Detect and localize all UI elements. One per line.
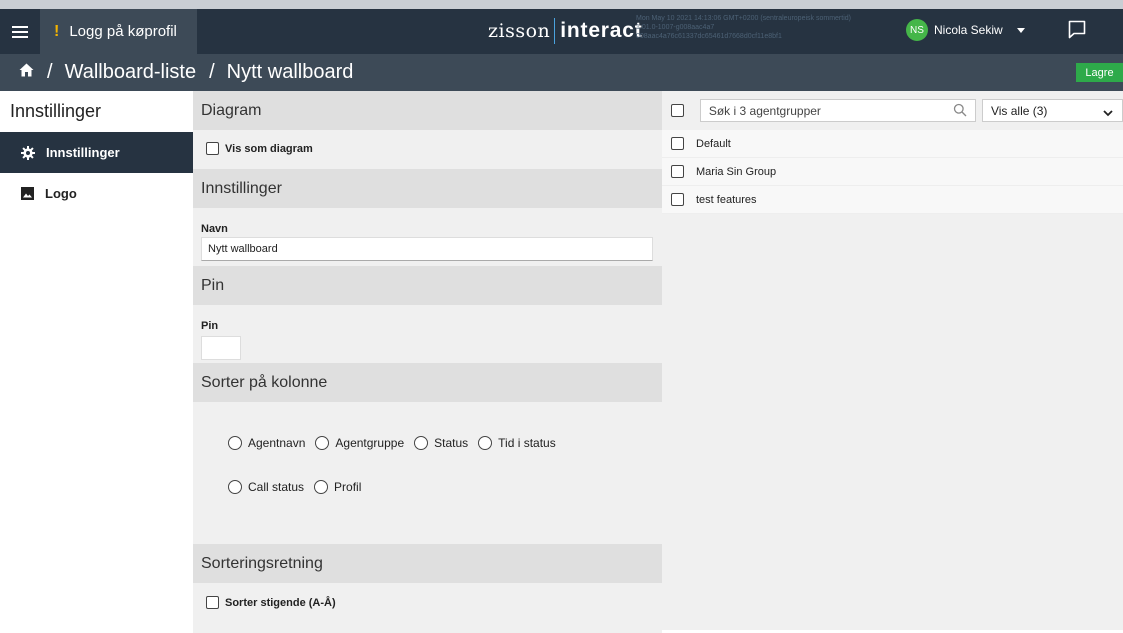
user-name: Nicola Sekiw — [934, 23, 1003, 37]
radio-profil[interactable]: Profil — [314, 480, 361, 494]
user-menu[interactable]: NS Nicola Sekiw — [906, 19, 1025, 41]
radio-label: Agentnavn — [248, 436, 306, 450]
zisson-interact-logo: zisson interact — [488, 15, 643, 47]
name-field[interactable]: Nytt wallboard — [201, 237, 653, 261]
hamburger-icon[interactable] — [0, 9, 40, 54]
radio-agentnavn[interactable]: Agentnavn — [228, 436, 305, 450]
agent-groups-panel: Vis alle (3) Default Maria Sin Group tes… — [662, 91, 1123, 630]
sort-column-options-row-2: Call status Profil — [228, 480, 662, 494]
agent-group-search[interactable] — [699, 99, 976, 122]
radio-circle[interactable] — [228, 480, 242, 494]
pin-field-label: Pin — [201, 320, 219, 332]
list-item[interactable]: test features — [662, 186, 1123, 214]
checkbox-box[interactable] — [206, 596, 219, 609]
queue-profile-login-button[interactable]: ! Logg på køprofil — [40, 9, 197, 54]
section-heading-sort-column: Sorter på kolonne — [193, 363, 662, 402]
section-pin: Pin — [193, 305, 662, 363]
radio-label: Tid i status — [498, 436, 556, 450]
chevron-down-icon — [1103, 106, 1113, 120]
radio-tid-i-status[interactable]: Tid i status — [478, 436, 556, 450]
build-info-version: 1.01.0-1007-g008aac4a7 — [636, 24, 715, 31]
group-name: Maria Sin Group — [696, 165, 777, 178]
breadcrumb-wallboard-list[interactable]: Wallboard-liste — [65, 61, 197, 84]
chat-icon[interactable] — [1068, 20, 1086, 45]
group-checkbox[interactable] — [671, 165, 684, 178]
section-heading-sort-direction: Sorteringsretning — [193, 544, 662, 583]
breadcrumb-separator: / — [209, 61, 215, 83]
radio-agentgruppe[interactable]: Agentgruppe — [315, 436, 404, 450]
checkbox-label: Sorter stigende (A-Å) — [225, 596, 336, 609]
section-diagram: Vis som diagram — [193, 130, 662, 169]
breadcrumb-separator: / — [47, 61, 53, 83]
sidebar-item-settings[interactable]: Innstillinger — [0, 132, 193, 173]
group-filter-select[interactable]: Vis alle (3) — [981, 99, 1123, 122]
gear-icon — [21, 145, 35, 160]
section-heading-settings: Innstillinger — [193, 169, 662, 208]
select-all-checkbox[interactable] — [671, 104, 684, 117]
save-button[interactable]: Lagre — [1076, 63, 1123, 82]
image-icon — [21, 187, 34, 200]
top-navigation-bar: ! Logg på køprofil zisson interact Mon M… — [0, 9, 1123, 54]
sidebar-title: Innstillinger — [10, 101, 102, 121]
settings-sidebar: Innstillinger Innstillinger Logo — [0, 91, 193, 630]
section-heading-diagram: Diagram — [193, 91, 662, 130]
build-info-date: Mon May 10 2021 14:13:06 GMT+0200 (sentr… — [636, 15, 851, 22]
section-settings: Navn Nytt wallboard — [193, 208, 662, 266]
show-as-diagram-checkbox[interactable]: Vis som diagram — [206, 142, 662, 155]
radio-label: Call status — [248, 480, 305, 494]
build-info-hash: 008aac4a76c61337dc65461d7668d0cf11e8bf1 — [636, 33, 782, 40]
sort-ascending-checkbox[interactable]: Sorter stigende (A-Å) — [206, 596, 662, 609]
avatar: NS — [906, 19, 928, 41]
queue-profile-login-label: Logg på køprofil — [69, 23, 177, 40]
sidebar-item-label: Innstillinger — [46, 145, 120, 160]
logo-text-zisson: zisson — [488, 20, 551, 42]
radio-circle[interactable] — [228, 436, 242, 450]
radio-call-status[interactable]: Call status — [228, 480, 304, 494]
group-filter-value: Vis alle (3) — [990, 103, 1048, 118]
section-sort-direction: Sorter stigende (A-Å) — [193, 583, 662, 633]
list-item[interactable]: Maria Sin Group — [662, 158, 1123, 186]
sort-column-options-row-1: Agentnavn Agentgruppe Status Tid i statu… — [228, 436, 662, 450]
group-checkbox[interactable] — [671, 137, 684, 150]
logo-divider — [554, 18, 556, 44]
radio-circle[interactable] — [314, 480, 329, 494]
name-field-label: Navn — [201, 223, 228, 235]
home-icon[interactable] — [19, 63, 34, 82]
agent-groups-toolbar: Vis alle (3) — [662, 91, 1123, 130]
caret-down-icon — [1016, 27, 1025, 33]
build-info: Mon May 10 2021 14:13:06 GMT+0200 (sentr… — [636, 14, 936, 41]
group-checkbox[interactable] — [671, 193, 684, 206]
breadcrumb-new-wallboard: Nytt wallboard — [226, 61, 354, 83]
checkbox-box[interactable] — [206, 142, 219, 155]
section-sort-column: Agentnavn Agentgruppe Status Tid i statu… — [193, 402, 662, 544]
breadcrumb: / Wallboard-liste / Nytt wallboard Lagre — [0, 54, 1123, 91]
alert-icon: ! — [54, 22, 60, 40]
window-top-strip — [0, 0, 1123, 9]
group-name: test features — [696, 193, 757, 206]
radio-circle[interactable] — [414, 436, 429, 450]
settings-panel: Diagram Vis som diagram Innstillinger Na… — [193, 91, 662, 633]
pin-input[interactable] — [201, 336, 241, 360]
checkbox-label: Vis som diagram — [225, 142, 313, 155]
sidebar-item-logo[interactable]: Logo — [0, 173, 193, 214]
list-item[interactable]: Default — [662, 130, 1123, 158]
radio-status[interactable]: Status — [414, 436, 468, 450]
radio-label: Profil — [334, 480, 362, 494]
search-input[interactable] — [708, 103, 949, 118]
radio-label: Agentgruppe — [335, 436, 405, 450]
sidebar-item-label: Logo — [45, 186, 77, 201]
search-icon[interactable] — [953, 103, 967, 120]
radio-circle[interactable] — [478, 436, 493, 450]
section-heading-pin: Pin — [193, 266, 662, 305]
group-name: Default — [696, 137, 731, 150]
radio-label: Status — [434, 436, 469, 450]
radio-circle[interactable] — [315, 436, 330, 450]
logo-text-interact: interact — [560, 19, 643, 42]
